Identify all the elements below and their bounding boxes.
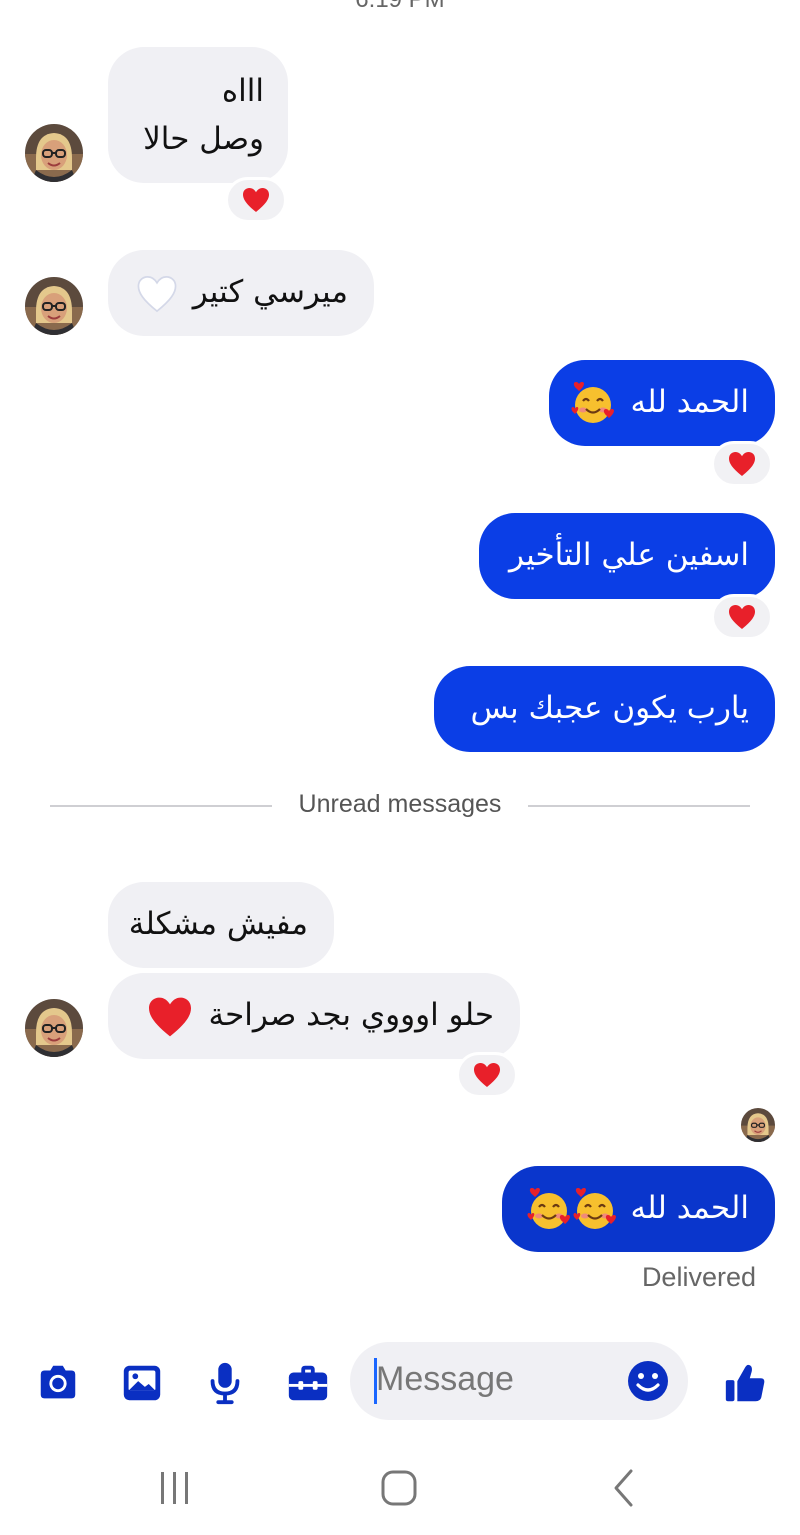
emoji-icon[interactable] (626, 1359, 670, 1403)
red-heart-icon (147, 996, 193, 1038)
heart-icon (728, 451, 756, 477)
avatar-image (25, 124, 83, 182)
recent-apps-button[interactable] (145, 1468, 205, 1508)
home-button[interactable] (369, 1468, 429, 1508)
message-text: ميرسي كتير (192, 274, 348, 310)
contact-avatar[interactable] (25, 999, 83, 1057)
reaction-badge[interactable] (711, 594, 773, 640)
home-icon (381, 1470, 417, 1506)
message-text: يارب يكون عجبك بس (470, 690, 749, 726)
camera-button[interactable] (33, 1358, 83, 1408)
message-input-placeholder: Message (376, 1360, 514, 1398)
incoming-message-bubble[interactable]: مفيش مشكلة (108, 882, 334, 968)
back-button[interactable] (594, 1468, 654, 1508)
reaction-badge[interactable] (711, 441, 773, 487)
microphone-button[interactable] (200, 1358, 250, 1408)
outgoing-message-bubble[interactable]: يارب يكون عجبك بس (434, 666, 775, 752)
reaction-badge[interactable] (225, 177, 287, 223)
toolbox-icon (288, 1365, 328, 1401)
heart-icon (728, 604, 756, 630)
message-text: حلو اوووي بجد صراحة (208, 997, 494, 1033)
system-navigation-bar (0, 1440, 800, 1535)
smiling-face-with-hearts-icon (573, 1188, 617, 1232)
toolbox-button[interactable] (283, 1358, 333, 1408)
incoming-message-bubble[interactable]: ميرسي كتير (108, 250, 374, 336)
smiling-face-with-hearts-icon (527, 1188, 571, 1232)
unread-messages-divider: Unread messages (50, 790, 750, 822)
reaction-badge[interactable] (456, 1052, 518, 1098)
outgoing-message-bubble[interactable]: الحمد لله (549, 360, 775, 446)
delivery-status: Delivered (641, 1262, 756, 1292)
message-timestamp: 6:19 PM (0, 0, 800, 14)
microphone-icon (210, 1362, 240, 1405)
message-composer: Message (0, 1340, 800, 1424)
outgoing-message-bubble[interactable]: الحمد لله (502, 1166, 775, 1252)
gallery-icon (123, 1365, 161, 1401)
message-text: الحمد لله (630, 384, 749, 420)
incoming-message-bubble[interactable]: حلو اوووي بجد صراحة (108, 973, 520, 1059)
message-text: اااه (221, 73, 264, 109)
contact-avatar[interactable] (25, 277, 83, 335)
like-button[interactable] (720, 1358, 770, 1408)
white-heart-icon (137, 275, 177, 312)
incoming-message-bubble[interactable]: اااه وصل حالا (108, 47, 288, 183)
smiling-face-with-hearts-icon (571, 382, 615, 426)
avatar-image (25, 277, 83, 335)
heart-icon (242, 187, 270, 213)
message-text: وصل حالا (143, 121, 264, 157)
avatar-image (741, 1108, 775, 1142)
read-receipt-avatar (741, 1108, 775, 1142)
gallery-button[interactable] (117, 1358, 167, 1408)
back-icon (614, 1469, 633, 1507)
message-text: مفيش مشكلة (128, 906, 308, 942)
avatar-image (25, 999, 83, 1057)
message-input[interactable]: Message (350, 1342, 688, 1420)
camera-icon (40, 1365, 76, 1399)
thumbs-up-icon (725, 1364, 765, 1402)
divider-line (528, 805, 750, 807)
message-text: الحمد لله (630, 1190, 749, 1226)
message-text: اسفين علي التأخير (508, 537, 749, 573)
outgoing-message-bubble[interactable]: اسفين علي التأخير (479, 513, 775, 599)
recent-apps-icon (161, 1472, 188, 1504)
contact-avatar[interactable] (25, 124, 83, 182)
heart-icon (473, 1062, 501, 1088)
